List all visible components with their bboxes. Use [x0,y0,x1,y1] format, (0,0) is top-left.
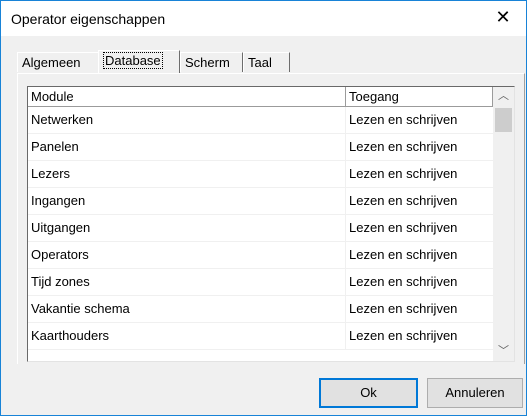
access-cell[interactable]: Lezen en schrijven [346,215,493,241]
dialog-window: Operator eigenschappen ✕ Algemeen Databa… [0,0,527,416]
access-cell[interactable]: Lezen en schrijven [346,161,493,187]
permissions-table[interactable]: Module Toegang Netwerken Lezen en schrij… [27,86,515,362]
scroll-down-icon[interactable]: ﹀ [493,342,514,361]
module-cell: Ingangen [28,188,346,214]
table-row[interactable]: Vakantie schema Lezen en schrijven [28,296,493,323]
module-cell: Lezers [28,161,346,187]
tab-database[interactable]: Database [98,50,180,73]
module-cell: Netwerken [28,107,346,133]
table-row[interactable]: Ingangen Lezen en schrijven [28,188,493,215]
close-icon[interactable]: ✕ [480,1,526,36]
access-cell[interactable]: Lezen en schrijven [346,269,493,295]
module-cell: Panelen [28,134,346,160]
table-row[interactable]: Operators Lezen en schrijven [28,242,493,269]
module-cell: Vakantie schema [28,296,346,322]
scroll-up-icon[interactable]: ︿ [493,87,514,106]
table-header: Module Toegang [28,87,493,107]
window-title: Operator eigenschappen [11,11,166,27]
tab-scherm[interactable]: Scherm [180,52,243,72]
table-row[interactable]: Lezers Lezen en schrijven [28,161,493,188]
module-cell: Uitgangen [28,215,346,241]
table-row[interactable]: Panelen Lezen en schrijven [28,134,493,161]
access-cell[interactable]: Lezen en schrijven [346,242,493,268]
access-cell[interactable]: Lezen en schrijven [346,107,493,133]
access-cell[interactable]: Lezen en schrijven [346,134,493,160]
tab-label: Scherm [185,55,230,70]
module-cell: Kaarthouders [28,323,346,349]
title-bar[interactable]: Operator eigenschappen ✕ [1,1,526,36]
ok-button[interactable]: Ok [319,378,418,408]
access-cell[interactable]: Lezen en schrijven [346,188,493,214]
column-header-toegang[interactable]: Toegang [346,87,493,106]
vertical-scrollbar[interactable]: ︿ ﹀ [493,87,514,361]
module-cell: Tijd zones [28,269,346,295]
column-header-module[interactable]: Module [28,87,346,106]
table-row[interactable]: Uitgangen Lezen en schrijven [28,215,493,242]
scroll-thumb[interactable] [495,108,512,132]
cancel-button[interactable]: Annuleren [427,378,523,408]
table-row[interactable]: Netwerken Lezen en schrijven [28,107,493,134]
tab-taal[interactable]: Taal [243,52,290,72]
module-cell: Operators [28,242,346,268]
access-cell[interactable]: Lezen en schrijven [346,296,493,322]
tab-label: Algemeen [22,55,81,70]
table-row[interactable]: Kaarthouders Lezen en schrijven [28,323,493,350]
tab-label: Database [103,52,163,69]
table-row[interactable]: Tijd zones Lezen en schrijven [28,269,493,296]
access-cell[interactable]: Lezen en schrijven [346,323,493,349]
tab-label: Taal [248,55,272,70]
tab-algemeen[interactable]: Algemeen [17,52,100,72]
